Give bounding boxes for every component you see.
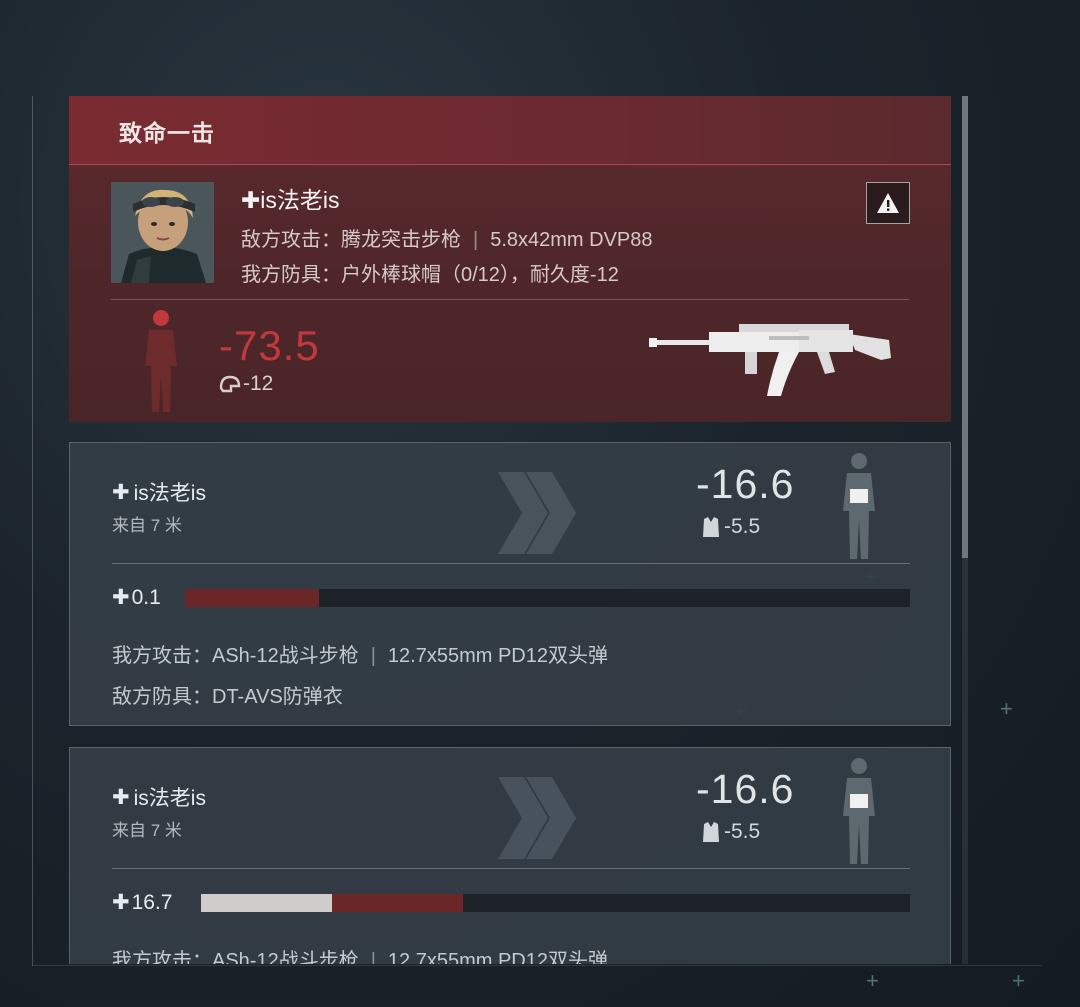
my-ammo: 12.7x55mm PD12双头弹 [387, 950, 608, 964]
hit-attacker-name: ✚ is法老is [112, 477, 206, 507]
armor-loss: -5.5 [702, 515, 760, 539]
hit-distance: 来自 7 米 [112, 821, 182, 840]
my-attack-line: 我方攻击：ASh-12战斗步枪 | 12.7x55mm PD12双头弹 [112, 639, 608, 668]
enemy-rifle-icon [649, 318, 894, 405]
hit-damage-value: -16.6 [696, 461, 795, 507]
enemy-armor-line: 敌方防具：DT-AVS防弹衣 [112, 680, 343, 709]
fatal-header: 致命一击 [69, 96, 951, 165]
hit-record-card: ✚ is法老is 来自 7 米 -16.6 -5.5 ✚ 16.7 我方攻击：A… [69, 747, 951, 964]
attacker-avatar [111, 182, 214, 283]
body-hit-head-icon [137, 308, 185, 421]
plus-icon: ✚ [241, 187, 261, 213]
hit-attacker-name-text: is法老is [133, 787, 206, 810]
body-hit-torso-icon [836, 756, 882, 873]
hit-divider [112, 563, 910, 564]
crosshair-deco-icon: + [1012, 968, 1025, 993]
hit-damage-value: -16.6 [696, 766, 795, 812]
separator: | [370, 645, 376, 667]
my-attack-label: 我方攻击： [112, 950, 212, 964]
plus-icon: ✚ [112, 891, 130, 914]
health-value: 0.1 [131, 585, 161, 609]
enemy-weapon: 腾龙突击步枪 [341, 229, 461, 251]
fatal-divider [111, 299, 909, 300]
armor-loss-value: -5.5 [724, 515, 761, 538]
attacker-name-text: is法老is [260, 187, 340, 213]
armor-loss: -5.5 [702, 820, 760, 844]
my-armor-label: 我方防具： [241, 264, 341, 286]
health-bar [185, 589, 910, 607]
frame-line-left [32, 96, 33, 966]
helmet-loss-value: -12 [243, 372, 274, 395]
my-weapon: ASh-12战斗步枪 [212, 950, 359, 964]
hit-record-card: ✚ is法老is 来自 7 米 -16.6 -5.5 ✚ 0.1 我方攻击：AS… [69, 442, 951, 726]
crosshair-deco-icon: + [1000, 696, 1013, 721]
hit-divider [112, 868, 910, 869]
my-attack-line: 我方攻击：ASh-12战斗步枪 | 12.7x55mm PD12双头弹 [112, 944, 608, 964]
attacker-name: ✚is法老is [241, 181, 340, 215]
chevron-right-icon [496, 468, 578, 563]
vest-icon [703, 517, 719, 537]
hit-attacker-name-text: is法老is [133, 482, 206, 505]
health-remaining: ✚ 0.1 [112, 585, 161, 610]
fatal-hit-card: 致命一击 ✚is法老is 敌方攻击：腾龙突击步枪 | 5.8x42mm DVP88 [69, 96, 951, 422]
my-armor: 户外棒球帽（0/12），耐久度-12 [341, 264, 619, 286]
plus-icon: ✚ [112, 586, 130, 609]
separator: | [370, 950, 376, 964]
health-value: 16.7 [131, 890, 173, 914]
fatal-damage-value: -73.5 [219, 322, 320, 369]
warning-triangle-icon [877, 193, 899, 213]
enemy-armor-label: 敌方防具： [112, 686, 212, 708]
helmet-icon [219, 375, 241, 393]
my-attack-label: 我方攻击： [112, 645, 212, 667]
armor-loss-value: -5.5 [724, 820, 761, 843]
enemy-attack-label: 敌方攻击： [241, 229, 341, 251]
health-bar-remaining [201, 894, 333, 912]
enemy-attack-line: 敌方攻击：腾龙突击步枪 | 5.8x42mm DVP88 [241, 223, 653, 252]
hit-attacker-name: ✚ is法老is [112, 782, 206, 812]
hit-distance: 来自 7 米 [112, 516, 182, 535]
report-warning-button[interactable] [866, 182, 910, 224]
scrollbar-thumb[interactable] [962, 96, 968, 558]
health-remaining: ✚ 16.7 [112, 890, 172, 915]
my-armor-line: 我方防具：户外棒球帽（0/12），耐久度-12 [241, 258, 619, 287]
helmet-loss: -12 [219, 372, 273, 396]
separator: | [473, 229, 479, 251]
plus-icon: ✚ [112, 480, 130, 504]
plus-icon: ✚ [112, 785, 130, 809]
frame-line-bottom [32, 965, 1042, 966]
fatal-title: 致命一击 [119, 120, 215, 146]
health-bar-damage [332, 894, 464, 912]
body-hit-torso-icon [836, 451, 882, 568]
damage-report-list[interactable]: 致命一击 ✚is法老is 敌方攻击：腾龙突击步枪 | 5.8x42mm DVP88 [69, 96, 951, 964]
enemy-ammo: 5.8x42mm DVP88 [490, 229, 653, 251]
health-bar [201, 894, 910, 912]
vest-icon [703, 822, 719, 842]
enemy-armor: DT-AVS防弹衣 [212, 686, 343, 708]
my-ammo: 12.7x55mm PD12双头弹 [387, 645, 608, 667]
my-weapon: ASh-12战斗步枪 [212, 645, 359, 667]
health-bar-damage [185, 589, 320, 607]
chevron-right-icon [496, 773, 578, 868]
crosshair-deco-icon: + [866, 968, 879, 993]
